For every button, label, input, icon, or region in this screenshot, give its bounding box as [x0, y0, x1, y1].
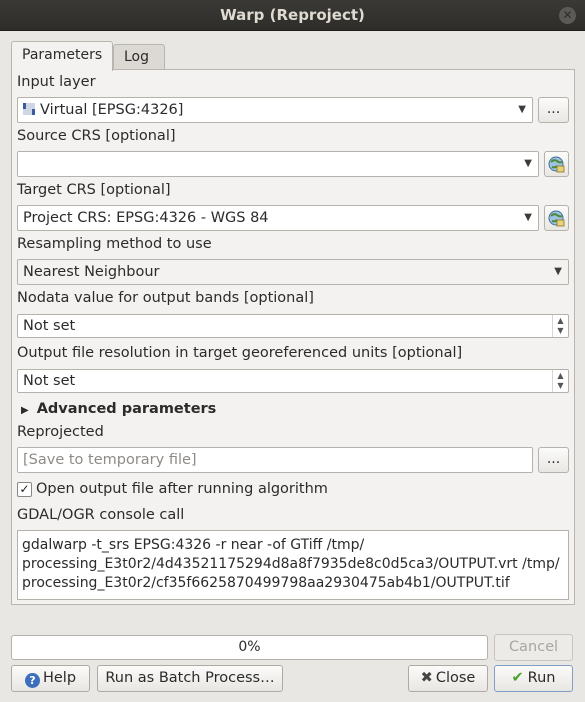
nodata-label: Nodata value for output bands [optional] — [17, 290, 314, 306]
advanced-parameters-label: Advanced parameters — [36, 401, 217, 417]
run-button[interactable]: ✔ Run — [494, 665, 573, 692]
close-icon: ✖ — [420, 670, 433, 686]
window-title: Warp (Reproject) — [220, 6, 365, 24]
progress-label: 0% — [238, 639, 261, 655]
console-label: GDAL/OGR console call — [17, 507, 185, 523]
chevron-down-icon: ▼ — [554, 266, 562, 277]
tab-parameters-label: Parameters — [22, 47, 103, 63]
run-label: Run — [527, 670, 556, 686]
open-output-label: Open output file after running algorithm — [36, 481, 328, 497]
target-crs-value: Project CRS: EPSG:4326 - WGS 84 — [23, 210, 269, 226]
help-label: Help — [42, 670, 77, 686]
close-button[interactable]: ✖ Close — [408, 665, 488, 692]
target-crs-label: Target CRS [optional] — [17, 182, 171, 198]
batch-process-button[interactable]: Run as Batch Process… — [97, 665, 283, 692]
input-layer-combo[interactable]: Virtual [EPSG:4326] ▼ — [17, 97, 533, 123]
tab-parameters[interactable]: Parameters — [11, 41, 113, 71]
resolution-input[interactable]: Not set ▲ ▼ — [17, 369, 569, 393]
source-crs-combo[interactable]: ▼ — [17, 151, 539, 177]
resolution-label: Output file resolution in target georefe… — [17, 345, 463, 361]
resampling-label: Resampling method to use — [17, 236, 212, 252]
select-target-crs-button[interactable] — [544, 205, 569, 231]
raster-layer-icon — [23, 103, 35, 115]
open-output-checkbox[interactable]: ✓ — [17, 482, 32, 497]
select-source-crs-button[interactable] — [544, 151, 569, 177]
input-layer-label: Input layer — [17, 74, 96, 90]
checkmark-icon: ✔ — [511, 670, 524, 686]
tab-log-label: Log — [124, 49, 150, 65]
help-icon: ? — [24, 673, 40, 688]
reprojected-output-field[interactable]: [Save to temporary file] — [17, 447, 533, 473]
cancel-button[interactable]: Cancel — [494, 634, 573, 661]
target-crs-combo[interactable]: Project CRS: EPSG:4326 - WGS 84 ▼ — [17, 205, 539, 231]
source-crs-label: Source CRS [optional] — [17, 128, 176, 144]
resampling-value: Nearest Neighbour — [23, 264, 160, 280]
reprojected-placeholder: [Save to temporary file] — [23, 452, 197, 468]
reprojected-browse-button[interactable]: ... — [538, 447, 569, 473]
resampling-combo[interactable]: Nearest Neighbour ▼ — [17, 259, 569, 285]
crs-globe-icon — [548, 156, 565, 173]
crs-globe-icon — [548, 210, 565, 227]
input-layer-value: Virtual [EPSG:4326] — [40, 102, 184, 118]
tab-log[interactable]: Log — [113, 44, 165, 70]
console-call-text[interactable]: gdalwarp -t_srs EPSG:4326 -r near -of GT… — [17, 530, 569, 600]
close-label: Close — [435, 670, 476, 686]
close-icon[interactable]: ✕ — [559, 7, 576, 24]
spinner-arrows-icon[interactable]: ▲ ▼ — [552, 370, 568, 392]
nodata-input[interactable]: Not set ▲ ▼ — [17, 314, 569, 338]
nodata-value: Not set — [23, 318, 76, 334]
help-button[interactable]: ? Help — [11, 665, 90, 692]
chevron-down-icon: ▼ — [518, 104, 526, 115]
triangle-right-icon: ▶ — [21, 405, 29, 416]
input-layer-browse-button[interactable]: ... — [538, 97, 569, 123]
spinner-arrows-icon[interactable]: ▲ ▼ — [552, 315, 568, 337]
advanced-parameters-toggle[interactable]: ▶ Advanced parameters — [21, 401, 216, 417]
progress-bar: 0% — [11, 635, 488, 660]
chevron-down-icon: ▼ — [524, 158, 532, 169]
reprojected-label: Reprojected — [17, 424, 104, 440]
title-bar: Warp (Reproject) ✕ — [0, 0, 585, 31]
resolution-value: Not set — [23, 373, 76, 389]
chevron-down-icon: ▼ — [524, 212, 532, 223]
